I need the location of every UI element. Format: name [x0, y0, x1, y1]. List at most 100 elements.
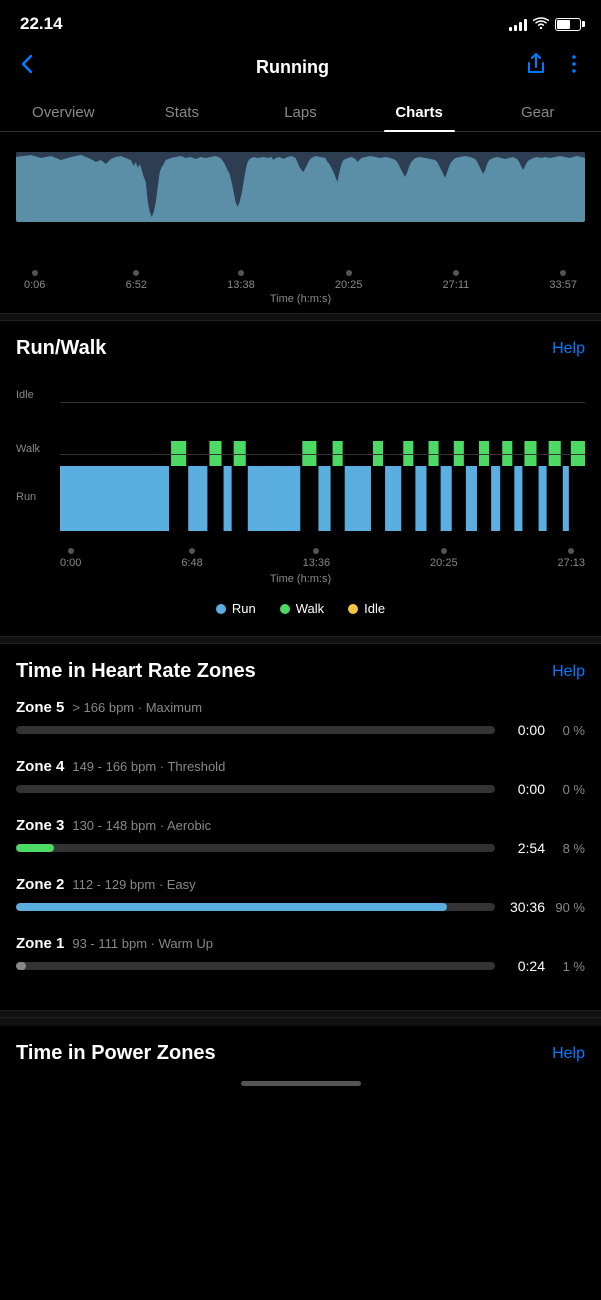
hr-zone-3-name: Zone 3 [16, 817, 64, 834]
hr-zone-3-time: 2:54 [503, 840, 545, 856]
x-label-2: 13:38 [227, 270, 255, 291]
more-button[interactable] [563, 53, 585, 81]
back-button[interactable] [16, 52, 60, 82]
hr-zone-2-pct: 90 % [553, 900, 585, 915]
hr-zone-4-header: Zone 4 149 - 166 bpm · Threshold [16, 758, 585, 775]
runwalk-title: Run/Walk [16, 337, 106, 360]
hr-zone-2-time: 30:36 [503, 899, 545, 915]
hr-zone-2-name: Zone 2 [16, 876, 64, 893]
rw-x-label-2: 13:36 [303, 548, 331, 569]
runwalk-svg [60, 376, 585, 536]
tab-gear[interactable]: Gear [478, 94, 597, 131]
power-zones-help[interactable]: Help [552, 1045, 585, 1063]
tab-laps[interactable]: Laps [241, 94, 360, 131]
hr-zone-2-header: Zone 2 112 - 129 bpm · Easy [16, 876, 585, 893]
section-divider-3 [0, 1010, 601, 1018]
runwalk-header: Run/Walk Help [16, 337, 585, 360]
hr-zone-5-header: Zone 5 > 166 bpm · Maximum [16, 699, 585, 716]
runwalk-section: Run/Walk Help Idle Walk Run [0, 321, 601, 636]
wifi-icon [533, 16, 549, 32]
section-divider-1 [0, 313, 601, 321]
x-label-1: 6:52 [126, 270, 147, 291]
hr-zone-1-time: 0:24 [503, 958, 545, 974]
chart-svg [16, 152, 585, 222]
hr-zone-2-desc: 112 - 129 bpm · Easy [72, 877, 195, 892]
status-time: 22.14 [20, 14, 63, 34]
home-indicator [0, 1073, 601, 1090]
runwalk-bars [60, 376, 585, 536]
x-label-4: 27:11 [443, 270, 470, 291]
hr-zone-4: Zone 4 149 - 166 bpm · Threshold 0:00 0 … [16, 758, 585, 797]
hr-zones-help[interactable]: Help [552, 663, 585, 681]
hr-zone-3-bar-bg [16, 844, 495, 852]
hr-zone-5-time: 0:00 [503, 722, 545, 738]
top-chart-x-axis: 0:06 6:52 13:38 20:25 27:11 33:57 Time (… [0, 266, 601, 313]
legend-idle-dot [348, 604, 358, 614]
hr-zone-3-bar-row: 2:54 8 % [16, 840, 585, 856]
y-label-idle: Idle [16, 389, 34, 401]
power-zones-title: Time in Power Zones [16, 1042, 216, 1065]
legend-run-dot [216, 604, 226, 614]
hr-zones-header: Time in Heart Rate Zones Help [16, 660, 585, 683]
hr-zone-4-desc: 149 - 166 bpm · Threshold [72, 759, 225, 774]
y-label-run: Run [16, 491, 36, 503]
runwalk-y-labels: Idle Walk Run [16, 376, 60, 536]
hr-zone-4-time: 0:00 [503, 781, 545, 797]
x-label-3: 20:25 [335, 270, 363, 291]
hr-zone-1-bar-bg [16, 962, 495, 970]
runwalk-legend: Run Walk Idle [16, 593, 585, 628]
runwalk-help[interactable]: Help [552, 340, 585, 358]
hr-zone-3-bar-fill [16, 844, 54, 852]
hr-zone-5-pct: 0 % [553, 723, 585, 738]
status-icons [509, 16, 581, 32]
hr-zone-5-bar-bg [16, 726, 495, 734]
hr-zone-2: Zone 2 112 - 129 bpm · Easy 30:36 90 % [16, 876, 585, 915]
hr-zone-4-name: Zone 4 [16, 758, 64, 775]
rw-x-label-1: 6:48 [181, 548, 202, 569]
header-actions [525, 53, 585, 81]
home-indicator-bar [241, 1081, 361, 1086]
tab-charts[interactable]: Charts [360, 94, 479, 131]
tab-bar: Overview Stats Laps Charts Gear [0, 94, 601, 132]
hr-zone-1: Zone 1 93 - 111 bpm · Warm Up 0:24 1 % [16, 935, 585, 974]
hr-zone-3-desc: 130 - 148 bpm · Aerobic [72, 818, 211, 833]
runwalk-chart: Idle Walk Run [16, 376, 585, 536]
hr-zone-1-pct: 1 % [553, 959, 585, 974]
hr-zone-1-desc: 93 - 111 bpm · Warm Up [72, 936, 213, 951]
battery-icon [555, 18, 581, 31]
x-label-5: 33:57 [549, 270, 577, 291]
legend-idle: Idle [348, 601, 385, 616]
hr-zone-2-bar-row: 30:36 90 % [16, 899, 585, 915]
tab-overview[interactable]: Overview [4, 94, 123, 131]
tab-stats[interactable]: Stats [123, 94, 242, 131]
top-chart: 25 [0, 152, 601, 262]
signal-icon [509, 17, 527, 31]
rw-x-label-4: 27:13 [557, 548, 585, 569]
hr-zone-1-name: Zone 1 [16, 935, 64, 952]
share-button[interactable] [525, 53, 547, 81]
hr-zones-title: Time in Heart Rate Zones [16, 660, 256, 683]
hr-zone-2-bar-fill [16, 903, 447, 911]
hr-zone-3: Zone 3 130 - 148 bpm · Aerobic 2:54 8 % [16, 817, 585, 856]
rw-x-label-3: 20:25 [430, 548, 458, 569]
x-label-0: 0:06 [24, 270, 45, 291]
hr-zone-4-bar-row: 0:00 0 % [16, 781, 585, 797]
hr-zone-2-bar-bg [16, 903, 495, 911]
y-label-walk: Walk [16, 443, 40, 455]
hr-zone-5: Zone 5 > 166 bpm · Maximum 0:00 0 % [16, 699, 585, 738]
hr-zones-list: Zone 5 > 166 bpm · Maximum 0:00 0 % Zone… [0, 699, 601, 1010]
hr-zone-1-bar-row: 0:24 1 % [16, 958, 585, 974]
hr-zone-4-pct: 0 % [553, 782, 585, 797]
hr-zone-3-header: Zone 3 130 - 148 bpm · Aerobic [16, 817, 585, 834]
hr-zone-4-bar-bg [16, 785, 495, 793]
legend-run: Run [216, 601, 256, 616]
hr-zone-1-header: Zone 1 93 - 111 bpm · Warm Up [16, 935, 585, 952]
runwalk-x-labels: 0:00 6:48 13:36 20:25 27:13 [60, 544, 585, 569]
section-divider-2 [0, 636, 601, 644]
rw-x-label-0: 0:00 [60, 548, 81, 569]
header: Running [0, 44, 601, 94]
page-title: Running [256, 57, 329, 78]
top-chart-axis-title: Time (h:m:s) [16, 291, 585, 313]
top-chart-x-labels: 0:06 6:52 13:38 20:25 27:11 33:57 [16, 266, 585, 291]
status-bar: 22.14 [0, 0, 601, 44]
